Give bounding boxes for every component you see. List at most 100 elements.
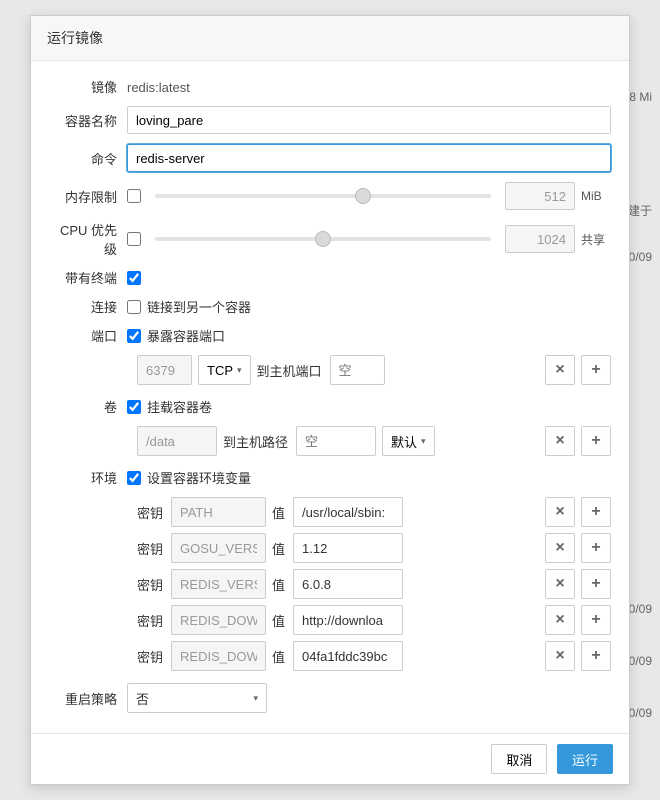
bg-based-on: 建于: [628, 202, 652, 219]
env-key-label: 密钥: [137, 539, 163, 558]
env-value-label: 值: [272, 503, 285, 522]
link-text: 链接到另一个容器: [147, 297, 251, 316]
close-icon: ×: [555, 647, 564, 665]
env-row: 密钥值×+: [137, 497, 611, 527]
ports-text: 暴露容器端口: [147, 326, 225, 345]
env-key-input: [171, 605, 266, 635]
plus-icon: +: [591, 503, 600, 521]
volumes-checkbox[interactable]: [127, 400, 141, 414]
run-image-modal: 运行镜像 镜像 redis:latest 容器名称 命令 内存限制 MiB CP…: [30, 15, 630, 785]
env-key-label: 密钥: [137, 575, 163, 594]
volume-row: 到主机路径 默认▾ × +: [137, 426, 611, 456]
env-key-input: [171, 533, 266, 563]
command-label: 命令: [49, 149, 127, 168]
close-icon: ×: [555, 575, 564, 593]
env-checkbox[interactable]: [127, 471, 141, 485]
env-text: 设置容器环境变量: [147, 468, 251, 487]
chevron-down-icon: ▾: [253, 693, 258, 704]
container-name-label: 容器名称: [49, 111, 127, 130]
terminal-checkbox[interactable]: [127, 271, 141, 285]
memory-slider[interactable]: [155, 194, 491, 198]
cpu-priority-label: CPU 优先级: [49, 220, 127, 258]
close-icon: ×: [555, 539, 564, 557]
add-volume-button[interactable]: +: [581, 426, 611, 456]
cancel-button[interactable]: 取消: [491, 744, 547, 774]
terminal-label: 带有终端: [49, 268, 127, 287]
remove-env-button[interactable]: ×: [545, 641, 575, 671]
env-key-label: 密钥: [137, 647, 163, 666]
plus-icon: +: [591, 432, 600, 450]
remove-env-button[interactable]: ×: [545, 605, 575, 635]
memory-limit-checkbox[interactable]: [127, 189, 141, 203]
close-icon: ×: [555, 432, 564, 450]
remove-port-button[interactable]: ×: [545, 355, 575, 385]
cpu-slider[interactable]: [155, 237, 491, 241]
add-env-button[interactable]: +: [581, 641, 611, 671]
plus-icon: +: [591, 647, 600, 665]
env-row: 密钥 值 × +: [137, 605, 611, 635]
restart-policy-dropdown[interactable]: 否 ▾: [127, 683, 267, 713]
remove-env-button[interactable]: ×: [545, 533, 575, 563]
remove-env-button[interactable]: ×: [545, 569, 575, 599]
env-key-input: [171, 497, 266, 527]
chevron-down-icon: ▾: [421, 436, 426, 447]
ports-label: 端口: [49, 326, 127, 345]
cpu-priority-checkbox[interactable]: [127, 232, 141, 246]
to-host-port-label: 到主机端口: [257, 361, 322, 380]
memory-limit-label: 内存限制: [49, 187, 127, 206]
add-env-button[interactable]: +: [581, 497, 611, 527]
env-value-input[interactable]: [293, 605, 403, 635]
plus-icon: +: [591, 539, 600, 557]
port-protocol-dropdown[interactable]: TCP▾: [198, 355, 251, 385]
volumes-label: 卷: [49, 397, 127, 416]
memory-value-input: [505, 182, 575, 210]
to-host-path-label: 到主机路径: [223, 432, 288, 451]
add-env-button[interactable]: +: [581, 569, 611, 599]
memory-unit: MiB: [581, 189, 611, 203]
port-container-input: [137, 355, 192, 385]
volumes-text: 挂载容器卷: [147, 397, 212, 416]
close-icon: ×: [555, 361, 564, 379]
plus-icon: +: [591, 611, 600, 629]
remove-volume-button[interactable]: ×: [545, 426, 575, 456]
restart-value: 否: [136, 689, 149, 708]
env-value-input[interactable]: [293, 533, 403, 563]
env-value-label: 值: [272, 647, 285, 666]
env-value-input[interactable]: [293, 497, 403, 527]
command-input[interactable]: [127, 144, 611, 172]
env-value-label: 值: [272, 575, 285, 594]
close-icon: ×: [555, 611, 564, 629]
volume-mode-dropdown[interactable]: 默认▾: [382, 426, 435, 456]
env-row: 密钥值×+: [137, 533, 611, 563]
env-row: 密钥 值 × +: [137, 569, 611, 599]
link-checkbox[interactable]: [127, 300, 141, 314]
cpu-value-input: [505, 225, 575, 253]
env-key-input: [171, 569, 266, 599]
container-name-input[interactable]: [127, 106, 611, 134]
plus-icon: +: [591, 575, 600, 593]
remove-env-button[interactable]: ×: [545, 497, 575, 527]
env-value-input[interactable]: [293, 569, 403, 599]
run-button[interactable]: 运行: [557, 744, 613, 774]
env-label: 环境: [49, 468, 127, 487]
cpu-unit: 共享: [581, 231, 611, 248]
linking-label: 连接: [49, 297, 127, 316]
add-env-button[interactable]: +: [581, 533, 611, 563]
env-key-label: 密钥: [137, 611, 163, 630]
image-value: redis:latest: [127, 78, 190, 95]
volume-host-input[interactable]: [296, 426, 376, 456]
add-env-button[interactable]: +: [581, 605, 611, 635]
ports-checkbox[interactable]: [127, 329, 141, 343]
port-host-input[interactable]: [330, 355, 385, 385]
add-port-button[interactable]: +: [581, 355, 611, 385]
env-value-label: 值: [272, 611, 285, 630]
env-value-input[interactable]: [293, 641, 403, 671]
close-icon: ×: [555, 503, 564, 521]
modal-title: 运行镜像: [31, 16, 629, 61]
restart-label: 重启策略: [49, 689, 127, 708]
chevron-down-icon: ▾: [237, 365, 242, 376]
port-row: TCP▾ 到主机端口 × +: [137, 355, 611, 385]
image-label: 镜像: [49, 77, 127, 96]
plus-icon: +: [591, 361, 600, 379]
env-row: 密钥 值 × +: [137, 641, 611, 671]
